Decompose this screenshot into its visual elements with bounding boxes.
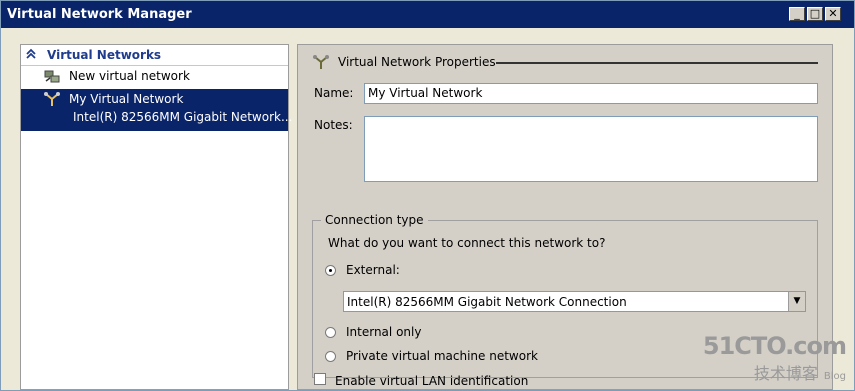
collapse-chevron-icon[interactable]	[25, 48, 37, 60]
minimize-button[interactable]: _	[789, 7, 805, 21]
watermark-blog: Blog	[823, 371, 846, 382]
section-divider	[496, 62, 818, 64]
network-icon	[312, 54, 330, 70]
external-radio[interactable]	[325, 265, 336, 276]
notes-label: Notes:	[314, 118, 353, 132]
watermark-cn: 技术博客	[753, 364, 818, 383]
name-label: Name:	[314, 86, 354, 100]
tree-item-my-virtual-network[interactable]: My Virtual Network Intel(R) 82566MM Giga…	[21, 89, 292, 131]
tree-header-label: Virtual Networks	[47, 48, 162, 62]
tree-item-label: New virtual network	[69, 69, 190, 83]
internal-only-label[interactable]: Internal only	[346, 325, 421, 339]
connection-question: What do you want to connect this network…	[328, 236, 606, 250]
internal-only-radio[interactable]	[325, 327, 336, 338]
virtual-networks-tree: Virtual Networks New virtual network My …	[20, 44, 292, 390]
name-field[interactable]: My Virtual Network	[364, 83, 818, 104]
section-title: Virtual Network Properties	[338, 55, 496, 69]
vlan-checkbox[interactable]	[314, 373, 326, 385]
vlan-label[interactable]: Enable virtual LAN identification	[335, 374, 528, 388]
watermark-site: 51CTO.com	[702, 332, 847, 360]
window-title: Virtual Network Manager	[7, 7, 192, 22]
tree-item-label: My Virtual Network	[69, 92, 184, 106]
title-bar[interactable]: Virtual Network Manager _ □ ✕	[1, 1, 854, 28]
adapter-selected-value: Intel(R) 82566MM Gigabit Network Connect…	[347, 295, 627, 309]
private-network-label[interactable]: Private virtual machine network	[346, 349, 538, 363]
close-button[interactable]: ✕	[825, 7, 841, 21]
external-label[interactable]: External:	[346, 263, 400, 277]
tree-item-sublabel: Intel(R) 82566MM Gigabit Network...	[73, 110, 293, 124]
network-adapter-select[interactable]: Intel(R) 82566MM Gigabit Network Connect…	[343, 291, 806, 312]
site-watermark: 51CTO.com 技术博客 Blog	[702, 332, 847, 384]
notes-field[interactable]	[364, 116, 818, 182]
maximize-button[interactable]: □	[807, 7, 823, 21]
new-network-icon	[43, 68, 61, 84]
section-header: Virtual Network Properties	[312, 54, 496, 70]
connection-type-legend: Connection type	[321, 213, 428, 227]
tree-item-new-virtual-network[interactable]: New virtual network	[21, 66, 288, 88]
dropdown-arrow-icon[interactable]: ▼	[788, 292, 805, 311]
virtual-network-manager-window: Virtual Network Manager _ □ ✕ Virtual Ne…	[0, 0, 855, 391]
private-network-radio[interactable]	[325, 351, 336, 362]
tree-header[interactable]: Virtual Networks	[21, 45, 288, 66]
network-icon	[43, 91, 61, 107]
